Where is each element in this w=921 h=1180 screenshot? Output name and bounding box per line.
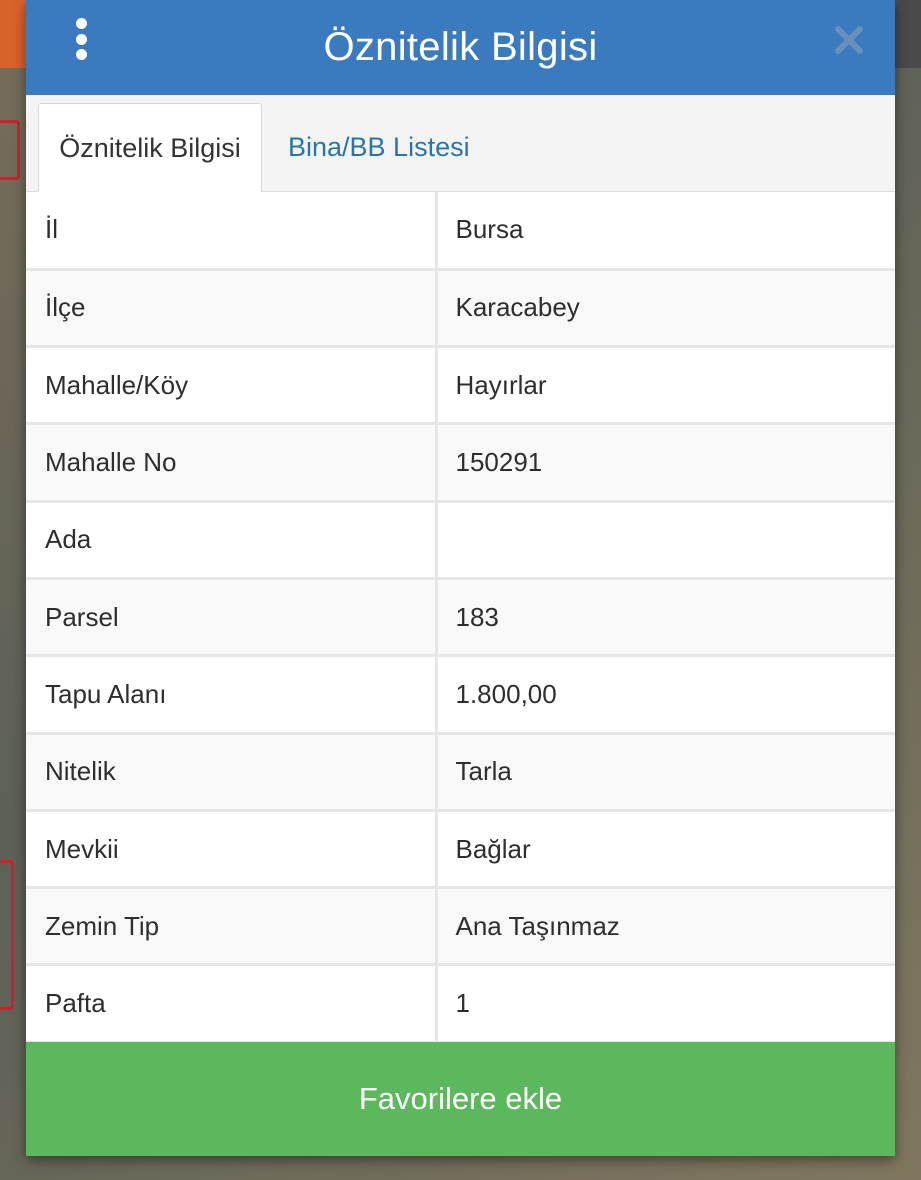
tab-building-list[interactable]: Bina/BB Listesi (288, 103, 470, 192)
table-row: Mahalle/Köy Hayırlar (26, 346, 895, 426)
table-row: Mevkii Bağlar (26, 810, 895, 890)
dialog-title: Öznitelik Bilgisi (323, 25, 598, 69)
table-row: Parsel 183 (26, 578, 895, 658)
attribute-value: 150291 (436, 423, 895, 503)
attribute-key: Parsel (26, 578, 438, 658)
table-row: Tapu Alanı 1.800,00 (26, 655, 895, 735)
attribute-value: Hayırlar (436, 346, 895, 426)
attribute-table: İl Bursa İlçe Karacabey Mahalle/Köy Hayırlar M… (26, 192, 895, 1044)
attribute-value: 1.800,00 (436, 655, 895, 735)
dialog-header: Öznitelik Bilgisi (26, 0, 895, 95)
attribute-value: Bursa (436, 192, 895, 271)
tab-attribute-info[interactable]: Öznitelik Bilgisi (38, 103, 262, 192)
attribute-key: İl (26, 192, 438, 271)
attribute-value: 1 (436, 964, 895, 1044)
parcel-outline (0, 860, 14, 1010)
attribute-key: Mevkii (26, 810, 438, 890)
parcel-outline (0, 120, 20, 180)
table-row: İl Bursa (26, 192, 895, 271)
attribute-key: İlçe (26, 269, 438, 349)
table-row: Ada (26, 501, 895, 580)
vertical-dots-icon[interactable] (72, 18, 90, 60)
table-row: Mahalle No 150291 (26, 423, 895, 503)
map-toolbar-edge (0, 0, 26, 68)
map-toolbar-edge-right (895, 0, 921, 68)
add-to-favorites-button[interactable]: Favorilere ekle (26, 1042, 895, 1156)
attribute-value: Bağlar (436, 810, 895, 890)
attribute-value: Ana Taşınmaz (436, 887, 895, 967)
attribute-key: Mahalle No (26, 423, 438, 503)
attribute-dialog: Öznitelik Bilgisi Öznitelik Bilgisi Bina… (26, 0, 895, 1156)
attribute-key: Ada (26, 501, 438, 580)
tab-bar: Öznitelik Bilgisi Bina/BB Listesi (26, 95, 895, 192)
attribute-value: 183 (436, 578, 895, 658)
attribute-key: Tapu Alanı (26, 655, 438, 735)
table-row: Nitelik Tarla (26, 733, 895, 812)
table-row: Pafta 1 (26, 964, 895, 1044)
attribute-key: Nitelik (26, 733, 438, 812)
close-icon[interactable] (833, 24, 865, 56)
table-row: İlçe Karacabey (26, 269, 895, 349)
attribute-value: Karacabey (436, 269, 895, 349)
attribute-key: Zemin Tip (26, 887, 438, 967)
table-row: Zemin Tip Ana Taşınmaz (26, 887, 895, 967)
attribute-key: Pafta (26, 964, 438, 1044)
attribute-value (436, 501, 895, 580)
attribute-key: Mahalle/Köy (26, 346, 438, 426)
attribute-value: Tarla (436, 733, 895, 812)
